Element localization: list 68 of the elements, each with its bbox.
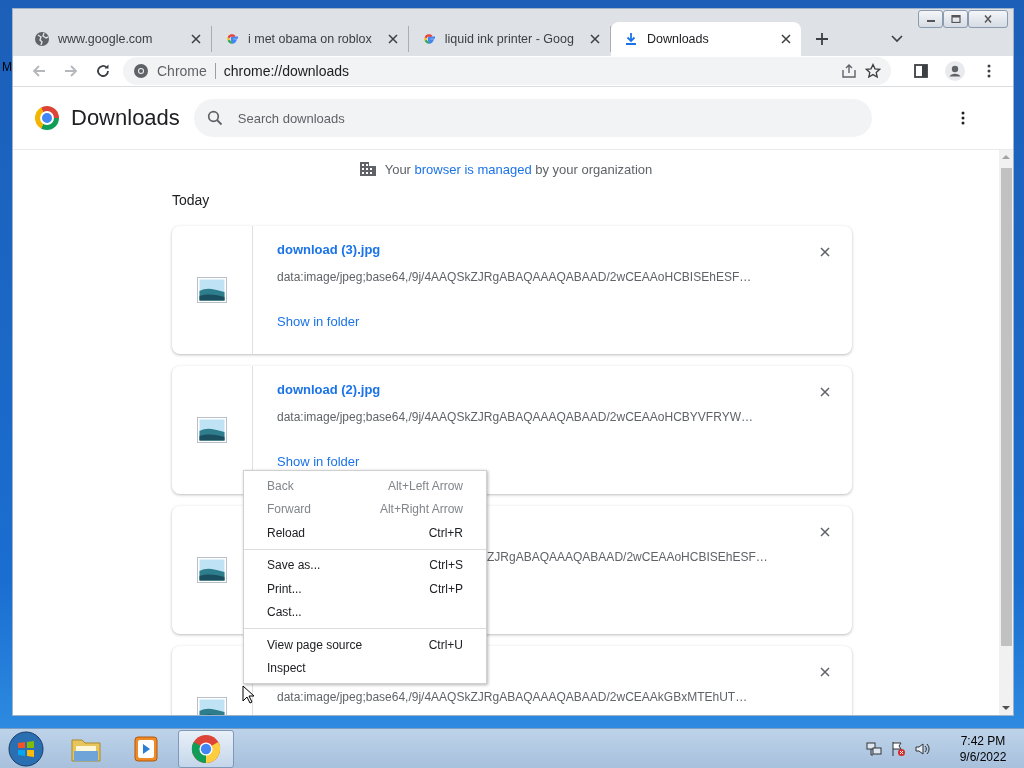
reload-icon[interactable] — [95, 63, 111, 79]
chrome-icon — [190, 733, 222, 764]
google-g-icon — [224, 31, 240, 47]
url-text: chrome://downloads — [223, 63, 350, 79]
desktop-text: M — [2, 60, 12, 74]
show-in-folder-link[interactable]: Show in folder — [277, 314, 360, 329]
clock-date: 9/6/2022 — [959, 748, 1007, 765]
browser-tab[interactable]: Downloads — [610, 22, 801, 56]
managed-notice: Your browser is managed by your organization — [384, 161, 653, 177]
star-icon[interactable] — [865, 63, 881, 79]
image-file-icon — [197, 417, 227, 443]
image-file-icon — [197, 557, 227, 583]
file-url: ZJRgABAQAAAQABAAD/2wCEAAoHCBISEhESF… — [487, 550, 768, 564]
file-url: data:image/jpeg;base64,/9j/4AAQSkZJRgABAQAAAQABAAD/2wCEAAkGBxMTEhUT… — [277, 690, 748, 704]
menu-item[interactable]: Reload Ctrl+R — [244, 521, 486, 545]
share-icon[interactable] — [841, 63, 857, 79]
file-url: data:image/jpeg;base64,/9j/4AAQSkZJRgABAQAAAQABAAD/2wCEAAoHCBYVFRYW… — [277, 410, 753, 424]
side-panel-icon[interactable] — [913, 63, 929, 79]
managed-link[interactable]: browser is managed — [414, 161, 532, 177]
scrollbar[interactable] — [999, 150, 1013, 715]
chrome-logo-icon — [35, 106, 59, 130]
close-icon — [983, 15, 993, 23]
close-icon[interactable] — [191, 34, 201, 44]
show-in-folder-link[interactable]: Show in folder — [277, 454, 360, 469]
address-bar[interactable]: Chrome chrome://downloads — [123, 57, 891, 85]
menu-item[interactable]: Inspect — [244, 656, 486, 680]
menu-item[interactable]: Print... Ctrl+P — [244, 577, 486, 601]
profile-icon[interactable] — [945, 61, 965, 81]
minimize-button[interactable] — [918, 10, 943, 28]
image-file-icon — [197, 277, 227, 303]
clock[interactable]: 7:42 PM 9/6/2022 — [952, 732, 1014, 765]
globe-icon — [34, 31, 50, 47]
section-heading: Today — [172, 192, 211, 208]
browser-tab[interactable]: liquid ink printer - Goog — [408, 26, 611, 52]
menu-item[interactable]: View page source Ctrl+U — [244, 633, 486, 657]
flag-icon[interactable] — [890, 740, 906, 757]
browser-tab[interactable]: i met obama on roblox — [212, 26, 409, 52]
maximize-icon — [950, 15, 961, 23]
building-icon — [358, 161, 377, 177]
file-url: data:image/jpeg;base64,/9j/4AAQSkZJRgABAQAAAQABAAD/2wCEAAoHCBISEhESF… — [277, 270, 752, 284]
close-icon[interactable] — [589, 34, 600, 44]
clock-time: 7:42 PM — [960, 732, 1006, 749]
file-name-link[interactable]: download (3).jpg — [277, 242, 381, 257]
close-button[interactable] — [968, 10, 1008, 28]
taskbar-button[interactable] — [178, 729, 234, 768]
close-icon[interactable] — [780, 34, 791, 44]
remove-icon[interactable] — [820, 667, 830, 677]
maximize-button[interactable] — [943, 10, 968, 28]
search-field[interactable]: Search downloads — [193, 99, 872, 137]
origin-label: Chrome — [157, 63, 207, 79]
chrome-icon — [133, 63, 149, 79]
menu-item[interactable]: Cast... — [244, 600, 486, 624]
browser-tab[interactable]: www.google.com — [22, 26, 212, 52]
search-icon — [206, 110, 223, 126]
start-button[interactable] — [8, 730, 44, 767]
scroll-down-icon[interactable] — [1002, 705, 1010, 711]
page-title: Downloads — [71, 105, 180, 131]
new-tab-icon[interactable] — [814, 32, 829, 46]
menu-item[interactable]: Save as... Ctrl+S — [244, 553, 486, 577]
cursor-icon — [242, 685, 254, 704]
remove-icon[interactable] — [820, 247, 830, 257]
close-icon[interactable] — [387, 34, 398, 44]
remove-icon[interactable] — [820, 387, 830, 397]
network-icon[interactable] — [866, 740, 882, 757]
speaker-icon[interactable] — [914, 740, 930, 757]
chevron-icon[interactable] — [891, 35, 903, 43]
file-name-link[interactable]: download (2).jpg — [277, 382, 381, 397]
remove-icon[interactable] — [820, 527, 830, 537]
